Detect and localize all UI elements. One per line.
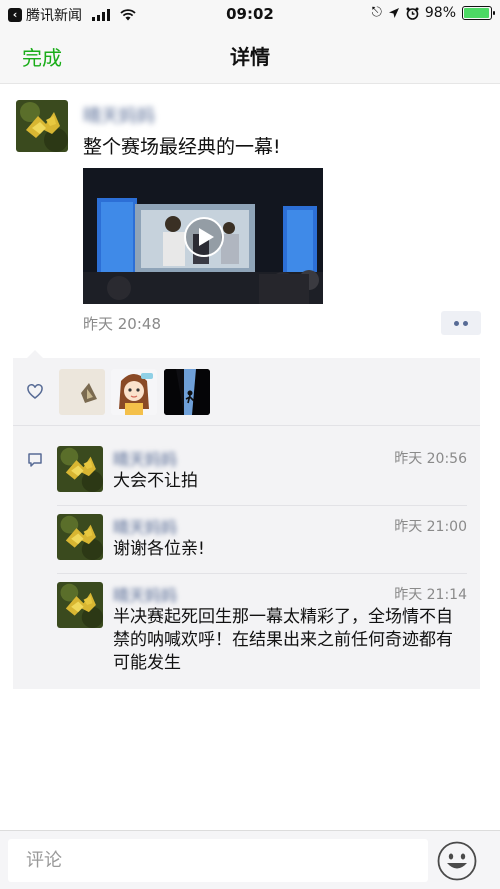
comment-item: 晴天妈妈 昨天 21:14 半决赛起死回生那一幕太精彩了，全场情不自禁的呐喊欢呼… (57, 582, 467, 678)
post-time: 昨天 20:48 (83, 315, 161, 333)
status-right: ⎋ 98% (371, 5, 495, 21)
signal-bars-icon (92, 9, 110, 21)
commenter-name[interactable]: 晴天妈妈 (113, 446, 177, 470)
comment-item: 晴天妈妈 昨天 21:00 谢谢各位亲! (57, 514, 467, 560)
comment-bar (0, 830, 500, 889)
author-name[interactable]: 晴天妈妈 (83, 102, 155, 128)
comment-divider (57, 573, 467, 574)
status-left: ‹ 腾讯新闻 (8, 5, 136, 25)
video-thumbnail[interactable] (83, 168, 323, 304)
status-bar: ‹ 腾讯新闻 09:02 ⎋ 98% (0, 0, 500, 28)
like-avatar-2[interactable] (111, 369, 157, 415)
interaction-panel: 晴天妈妈 昨天 20:56 大会不让拍 晴天妈妈 昨天 21:00 谢谢各位亲! (13, 358, 480, 689)
commenter-name[interactable]: 晴天妈妈 (113, 514, 177, 538)
back-app-label[interactable]: 腾讯新闻 (26, 5, 82, 25)
comment-bubble-icon (28, 453, 42, 467)
heart-icon (27, 384, 43, 399)
location-arrow-icon (388, 8, 399, 18)
wifi-icon (120, 9, 136, 21)
play-icon[interactable] (183, 216, 225, 258)
nav-bar: 完成 详情 (0, 28, 500, 84)
like-avatar-3[interactable] (164, 369, 210, 415)
comment-text[interactable]: 半决赛起死回生那一幕太精彩了，全场情不自禁的呐喊欢呼！在结果出来之前任何奇迹都有… (113, 606, 467, 675)
comment-time: 昨天 20:56 (394, 451, 467, 467)
like-avatar-1[interactable] (59, 369, 105, 415)
orientation-lock-icon: ⎋ (371, 5, 382, 20)
comment-divider (57, 505, 467, 506)
battery-fill (464, 8, 490, 18)
commenter-name[interactable]: 晴天妈妈 (113, 582, 177, 606)
comment-text[interactable]: 谢谢各位亲! (113, 538, 467, 561)
back-arrow-icon[interactable]: ‹ (8, 8, 22, 22)
post-text: 整个赛场最经典的一幕! (83, 136, 281, 158)
battery-percent: 98% (424, 5, 456, 21)
comment-time: 昨天 21:14 (394, 587, 467, 603)
comment-time: 昨天 21:00 (394, 519, 467, 535)
commenter-avatar[interactable] (57, 446, 103, 492)
page-title: 详情 (230, 45, 270, 69)
comment-item: 晴天妈妈 昨天 20:56 大会不让拍 (57, 446, 467, 492)
more-dots-icon[interactable] (441, 311, 481, 335)
battery-icon (462, 6, 495, 20)
alarm-icon (406, 7, 419, 20)
commenter-avatar[interactable] (57, 582, 103, 628)
done-button[interactable]: 完成 (22, 42, 62, 71)
commenter-avatar[interactable] (57, 514, 103, 560)
emoji-face-icon[interactable] (437, 841, 477, 881)
author-avatar[interactable] (16, 100, 68, 152)
likes-row (13, 358, 480, 426)
comment-input[interactable] (8, 839, 428, 882)
comment-text[interactable]: 大会不让拍 (113, 470, 467, 493)
